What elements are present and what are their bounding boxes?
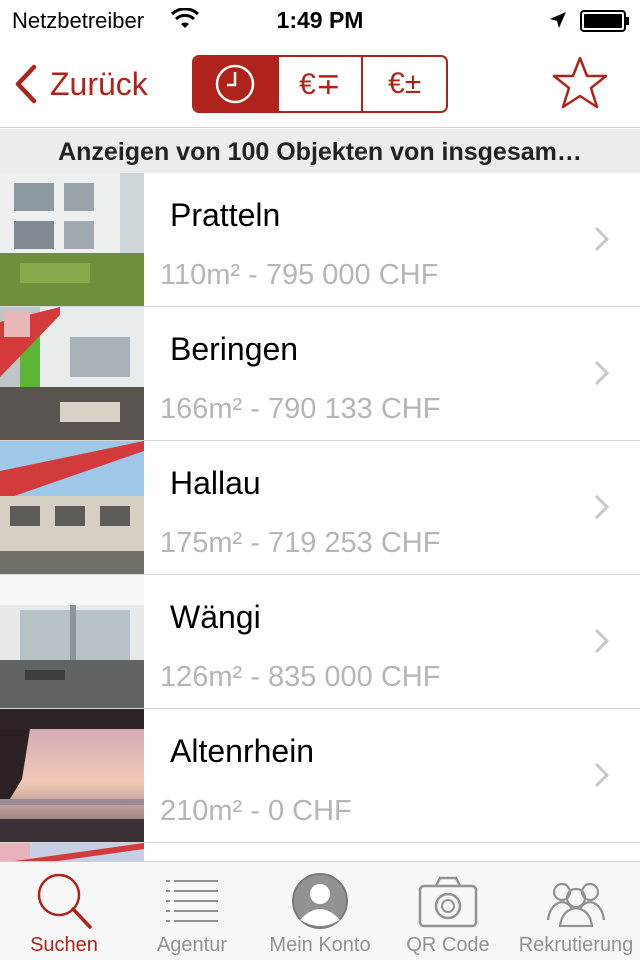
- sort-price-descending-segment[interactable]: €±: [361, 57, 446, 111]
- listing-title: Beringen: [170, 331, 299, 367]
- tab-suchen[interactable]: Suchen: [0, 862, 128, 960]
- star-icon[interactable]: [550, 54, 610, 114]
- tab-label: QR Code: [406, 934, 490, 956]
- tab-label: Agentur: [156, 934, 228, 956]
- listing-thumbnail: [0, 173, 144, 306]
- back-label: Zurück: [50, 65, 148, 102]
- tab-qr-code[interactable]: QR Code: [384, 862, 512, 960]
- list-item[interactable]: Wängi 126m² - 835 000 CHF: [0, 575, 640, 709]
- chevron-right-icon: [594, 494, 610, 520]
- status-time: 1:49 PM: [276, 7, 364, 33]
- tab-mein-konto[interactable]: Mein Konto: [256, 862, 384, 960]
- list-item[interactable]: Hallau 175m² - 719 253 CHF: [0, 441, 640, 575]
- euro-sort-icon: €±: [388, 67, 422, 100]
- clock-icon: [216, 64, 255, 104]
- camera-icon: [418, 876, 478, 928]
- listing-details: 126m² - 835 000 CHF: [160, 661, 441, 693]
- tab-bar: Suchen Agentur Mein Konto QR Code Rekrut…: [0, 861, 640, 960]
- list-icon: [166, 880, 218, 922]
- listing-details: 175m² - 719 253 CHF: [160, 527, 441, 559]
- listing-details: 210m² - 0 CHF: [160, 795, 352, 827]
- listing-details: 110m² - 795 000 CHF: [160, 259, 439, 291]
- status-bar: Netzbetreiber 1:49 PM: [0, 0, 640, 40]
- listing-thumbnail: [0, 843, 144, 861]
- sort-by-date-segment[interactable]: [194, 57, 277, 111]
- person-icon: [292, 873, 348, 929]
- tab-agentur[interactable]: Agentur: [128, 862, 256, 960]
- listing-thumbnail: [0, 307, 144, 440]
- chevron-right-icon: [594, 360, 610, 386]
- tab-label: Rekrutierung: [518, 934, 634, 956]
- listing-list[interactable]: Pratteln 110m² - 795 000 CHF Beringen 16…: [0, 173, 640, 861]
- chevron-right-icon: [594, 762, 610, 788]
- chevron-right-icon: [594, 226, 610, 252]
- group-icon: [546, 882, 606, 928]
- list-item[interactable]: [0, 843, 640, 861]
- listing-thumbnail: [0, 441, 144, 574]
- sort-price-ascending-segment[interactable]: €∓: [276, 57, 362, 111]
- navigation-bar: Zurück €∓ €±: [0, 40, 640, 128]
- listing-title: Hallau: [170, 465, 261, 501]
- tab-label: Mein Konto: [269, 934, 371, 956]
- listing-title: Wängi: [170, 599, 261, 635]
- tab-rekrutierung[interactable]: Rekrutierung: [512, 862, 640, 960]
- back-button[interactable]: Zurück: [14, 62, 148, 106]
- euro-sort-icon: €∓: [299, 67, 341, 101]
- search-icon: [37, 873, 92, 929]
- list-item[interactable]: Pratteln 110m² - 795 000 CHF: [0, 173, 640, 307]
- results-summary: Anzeigen von 100 Objekten von insgesam…: [0, 129, 640, 173]
- listing-details: 166m² - 790 133 CHF: [160, 393, 441, 425]
- chevron-right-icon: [594, 628, 610, 654]
- list-item[interactable]: Altenrhein 210m² - 0 CHF: [0, 709, 640, 843]
- listing-title: Altenrhein: [170, 733, 315, 769]
- listing-thumbnail: [0, 575, 144, 708]
- listing-title: Pratteln: [170, 197, 281, 233]
- list-item[interactable]: Beringen 166m² - 790 133 CHF: [0, 307, 640, 441]
- location-arrow-icon: [550, 12, 566, 28]
- sort-segmented-control: €∓ €±: [192, 55, 448, 113]
- battery-icon: [580, 10, 629, 32]
- listing-thumbnail: [0, 709, 144, 842]
- chevron-left-icon: [15, 64, 37, 104]
